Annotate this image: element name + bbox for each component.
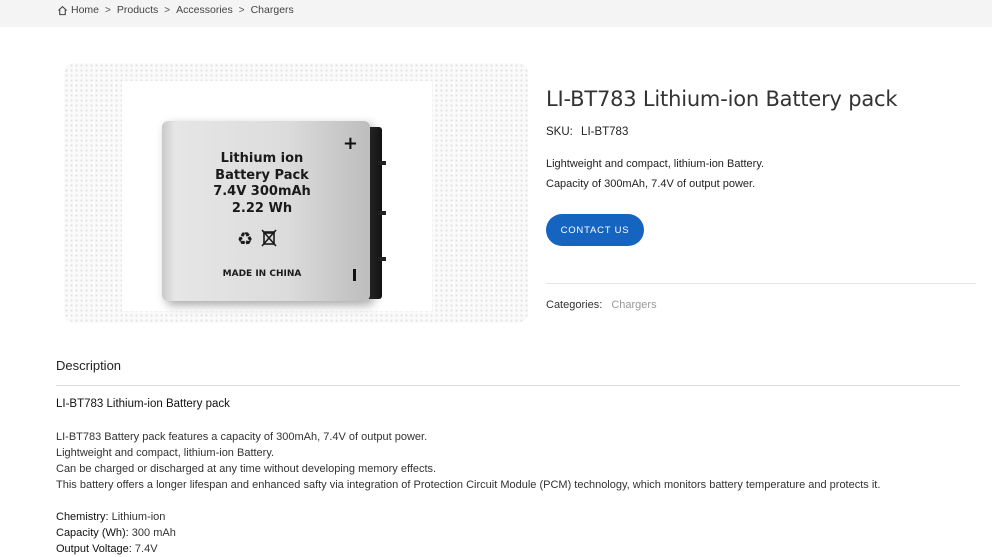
battery-contact [378,161,386,165]
divider [56,385,960,386]
categories-label: Categories: [546,299,603,311]
battery-contact [378,257,386,261]
spec-label: Output Voltage: [56,543,132,555]
spec-value: Lithium-ion [108,511,166,523]
product-sku: SKU: LI-BT783 [546,126,628,138]
spec-row: Output Voltage: 7.4V [56,541,176,557]
short-description: Lightweight and compact, lithium-ion Bat… [546,154,764,194]
weee-bin-icon [261,229,277,247]
battery-body: + Lithium ion Battery Pack 7.4V 300mAh 2… [162,121,370,301]
breadcrumb-chargers[interactable]: Chargers [251,4,294,16]
breadcrumb-home[interactable]: Home [71,4,99,16]
description-body: LI-BT783 Battery pack features a capacit… [56,429,880,493]
battery-label-line: Battery Pack [215,167,309,183]
product-categories: Categories: Chargers [546,299,657,311]
short-description-line: Lightweight and compact, lithium-ion Bat… [546,158,765,170]
sku-value: LI-BT783 [581,126,629,138]
product-image[interactable]: + Lithium ion Battery Pack 7.4V 300mAh 2… [122,81,432,311]
short-description-line: Capacity of 300mAh, 7.4V of output power… [546,178,756,190]
description-paragraph: This battery offers a longer lifespan an… [56,479,881,491]
battery-pack-image: + Lithium ion Battery Pack 7.4V 300mAh 2… [162,121,386,301]
home-icon[interactable] [57,5,68,16]
battery-label-line: Lithium ion [220,151,304,166]
category-link-chargers[interactable]: Chargers [611,299,656,311]
description-paragraph: Lightweight and compact, lithium-ion Bat… [56,447,275,459]
battery-contact [378,211,386,215]
recycle-icon: ♻ [237,229,254,249]
spec-list: Chemistry: Lithium-ion Capacity (Wh): 30… [56,509,176,557]
battery-label: Lithium ion Battery Pack 7.4V 300mAh 2.2… [162,151,362,217]
breadcrumb-accessories[interactable]: Accessories [176,4,233,16]
spec-value: 300 mAh [128,527,176,539]
tab-description[interactable]: Description [56,358,121,373]
contact-us-button[interactable]: CONTACT US [546,214,644,246]
breadcrumb-separator: > [238,4,245,16]
battery-label-line: 7.4V 300mAh [213,184,311,199]
sku-label: SKU: [546,126,573,138]
battery-label-line: 2.22 Wh [231,200,293,216]
breadcrumb-products[interactable]: Products [117,4,158,16]
breadcrumb-separator: > [105,4,111,16]
battery-minus-sign [353,269,356,281]
battery-symbols: ♻ [237,229,277,250]
spec-row: Chemistry: Lithium-ion [56,509,176,525]
product-image-gallery[interactable]: + Lithium ion Battery Pack 7.4V 300mAh 2… [64,63,528,323]
breadcrumb-bar: Home > Products > Accessories > Chargers [0,0,992,27]
spec-row: Capacity (Wh): 300 mAh [56,525,176,541]
description-paragraph: Can be charged or discharged at any time… [56,463,437,475]
description-heading: LI-BT783 Lithium-ion Battery pack [56,398,230,410]
spec-label: Chemistry: [56,511,109,523]
description-paragraph: LI-BT783 Battery pack features a capacit… [56,431,428,443]
spec-label: Capacity (Wh): [56,527,129,539]
battery-made-in: MADE IN CHINA [222,269,302,279]
spec-value: 7.4V [131,543,158,555]
breadcrumb-separator: > [164,4,171,16]
divider [546,283,976,284]
breadcrumb: Home > Products > Accessories > Chargers [57,4,294,16]
product-title: LI-BT783 Lithium-ion Battery pack [546,87,898,111]
